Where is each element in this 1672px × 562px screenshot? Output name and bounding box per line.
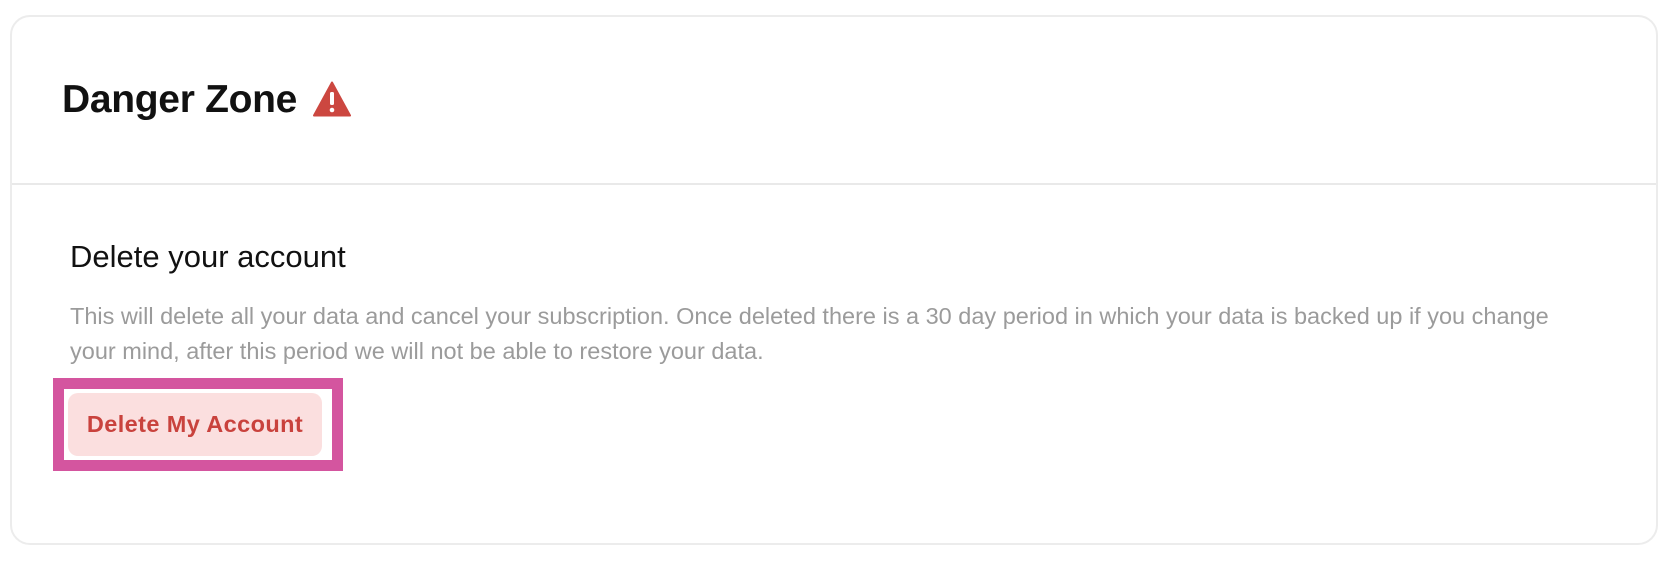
delete-account-button[interactable]: Delete My Account <box>68 393 322 456</box>
warning-icon <box>313 81 352 117</box>
highlight-frame: Delete My Account <box>53 378 343 471</box>
section-description: This will delete all your data and cance… <box>70 303 1549 364</box>
page-title: Danger Zone <box>62 78 298 121</box>
card-body: Delete your account This will delete all… <box>12 185 1656 369</box>
danger-zone-card: Danger Zone Delete your account This wil… <box>10 15 1658 545</box>
card-header: Danger Zone <box>12 17 1656 185</box>
section-title: Delete your account <box>70 239 346 274</box>
